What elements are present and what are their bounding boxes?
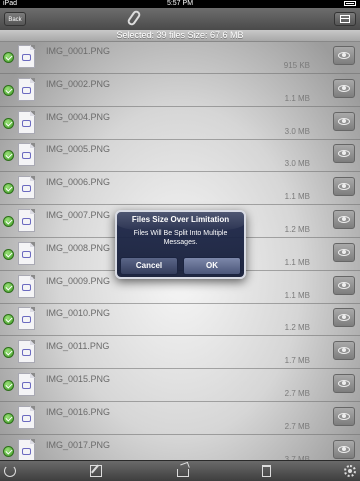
clock: 5:57 PM (166, 0, 194, 7)
image-file-icon (18, 340, 35, 364)
file-row[interactable]: IMG_0005.PNG 3.0 MB (0, 140, 360, 173)
compose-icon[interactable] (90, 465, 102, 477)
file-row[interactable]: IMG_0011.PNG 1.7 MB (0, 337, 360, 370)
preview-eye-button[interactable] (333, 242, 355, 262)
grid-button[interactable] (334, 12, 356, 26)
checkmark-icon[interactable] (3, 150, 14, 162)
checkmark-icon[interactable] (3, 183, 14, 195)
selection-summary: Selected: 39 files Size: 67.6 MB (0, 30, 360, 42)
file-row[interactable]: IMG_0002.PNG 1.1 MB (0, 75, 360, 107)
checkmark-icon[interactable] (3, 314, 14, 326)
file-name: IMG_0006.PNG (46, 177, 111, 188)
preview-eye-button[interactable] (333, 406, 355, 426)
checkmark-icon[interactable] (3, 347, 14, 359)
file-row[interactable]: IMG_0004.PNG 3.0 MB (0, 108, 360, 140)
image-file-icon (18, 307, 35, 331)
preview-eye-button[interactable] (333, 439, 355, 459)
file-size: 3.0 MB (284, 126, 310, 136)
file-name: IMG_0009.PNG (46, 275, 111, 286)
file-name: IMG_0008.PNG (46, 242, 111, 253)
preview-eye-button[interactable] (333, 374, 355, 393)
file-size: 1.1 MB (284, 192, 310, 202)
file-size: 2.7 MB (284, 421, 310, 431)
share-icon[interactable] (177, 469, 189, 477)
file-row[interactable]: IMG_0010.PNG 1.2 MB (0, 304, 360, 337)
file-size: 1.2 MB (284, 225, 310, 234)
image-file-icon (18, 143, 35, 167)
checkmark-icon[interactable] (3, 84, 14, 96)
checkmark-icon[interactable] (3, 117, 14, 129)
image-file-icon (18, 209, 35, 232)
file-name: IMG_0007.PNG (46, 210, 111, 220)
checkmark-icon[interactable] (3, 281, 14, 293)
alert-dialog: Files Size Over Limitation Files Will Be… (115, 210, 246, 279)
file-name: IMG_0004.PNG (46, 111, 111, 122)
checkmark-icon[interactable] (3, 380, 14, 391)
file-row[interactable]: IMG_0015.PNG 2.7 MB (0, 370, 360, 402)
gear-icon[interactable] (344, 465, 356, 477)
file-size: 1.1 MB (284, 257, 310, 267)
paperclip-icon (126, 9, 142, 27)
preview-eye-button[interactable] (333, 210, 355, 229)
file-row[interactable]: IMG_0006.PNG 1.1 MB (0, 173, 360, 206)
preview-eye-button[interactable] (333, 275, 355, 295)
checkmark-icon[interactable] (3, 216, 14, 227)
image-file-icon (18, 241, 35, 265)
file-name: IMG_0001.PNG (46, 46, 111, 56)
battery-icon (344, 1, 356, 6)
image-file-icon (18, 438, 35, 460)
trash-icon[interactable] (262, 465, 271, 477)
file-size: 1.1 MB (284, 93, 310, 103)
image-file-icon (18, 176, 35, 200)
checkmark-icon[interactable] (3, 248, 14, 260)
image-file-icon (18, 45, 35, 68)
file-row[interactable]: IMG_0016.PNG 2.7 MB (0, 403, 360, 435)
preview-eye-button[interactable] (333, 111, 355, 131)
file-size: 2.7 MB (284, 389, 310, 398)
bottom-toolbar (0, 460, 360, 481)
preview-eye-button[interactable] (333, 177, 355, 197)
preview-eye-button[interactable] (333, 46, 355, 65)
image-file-icon (18, 405, 35, 429)
checkmark-icon[interactable] (3, 412, 14, 424)
alert-message: Files Will Be Split Into Multiple Messag… (133, 230, 228, 246)
image-file-icon (18, 110, 35, 134)
file-name: IMG_0005.PNG (46, 144, 111, 155)
file-name: IMG_0002.PNG (46, 78, 111, 89)
back-button[interactable]: Back (4, 12, 26, 26)
preview-eye-button[interactable] (333, 308, 355, 328)
checkmark-icon[interactable] (3, 445, 14, 457)
status-bar: iPad 5:57 PM (0, 0, 360, 8)
preview-eye-button[interactable] (333, 144, 355, 164)
file-size: 1.1 MB (284, 290, 310, 300)
alert-title: Files Size Over Limitation (131, 215, 230, 224)
ok-button[interactable]: OK (183, 257, 241, 275)
file-name: IMG_0016.PNG (46, 406, 111, 417)
cancel-button[interactable]: Cancel (120, 257, 178, 275)
image-file-icon (18, 274, 35, 298)
image-file-icon (18, 373, 35, 396)
preview-eye-button[interactable] (333, 341, 355, 361)
preview-eye-button[interactable] (333, 78, 355, 98)
checkmark-icon[interactable] (3, 52, 14, 63)
file-name: IMG_0010.PNG (46, 308, 111, 319)
file-name: IMG_0015.PNG (46, 374, 111, 384)
file-row[interactable]: IMG_0001.PNG 915 KB (0, 42, 360, 74)
file-name: IMG_0017.PNG (46, 439, 111, 450)
file-size: 1.2 MB (284, 323, 310, 333)
file-name: IMG_0011.PNG (46, 341, 110, 352)
file-size: 1.7 MB (284, 356, 310, 366)
file-row[interactable]: IMG_0017.PNG 3.7 MB (0, 436, 360, 460)
image-file-icon (18, 77, 35, 101)
file-size: 915 KB (283, 61, 310, 70)
refresh-icon[interactable] (4, 465, 16, 477)
nav-bar: Back (0, 8, 360, 31)
file-size: 3.0 MB (284, 159, 310, 169)
